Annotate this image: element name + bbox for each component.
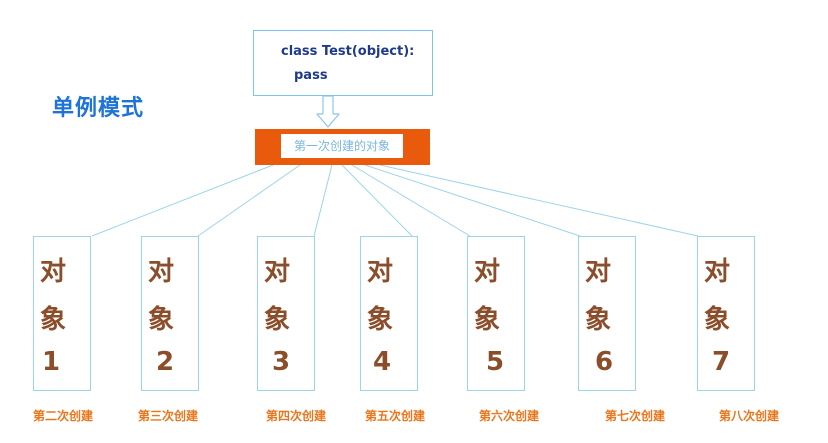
object-box-5: 对 象 5 — [467, 236, 525, 391]
connector-line-3 — [313, 164, 333, 237]
object-char-xiang: 象 — [367, 305, 394, 335]
object-box-1: 对 象 1 — [33, 236, 91, 391]
object-char-xiang: 象 — [474, 305, 501, 335]
code-line-pass: pass — [294, 68, 328, 83]
object-char-xiang: 象 — [264, 305, 291, 335]
connector-line-5 — [351, 164, 471, 237]
object-number: 7 — [712, 347, 731, 377]
object-char-dui: 对 — [585, 257, 612, 287]
object-char-xiang: 象 — [585, 305, 612, 335]
object-caption-6: 第七次创建 — [605, 409, 666, 423]
down-arrow-icon — [316, 96, 340, 128]
code-line-class: class Test(object): — [281, 44, 415, 59]
connector-line-2 — [197, 164, 301, 237]
object-char-dui: 对 — [148, 257, 175, 287]
class-code-box: class Test(object): pass — [253, 30, 433, 96]
object-char-xiang: 象 — [704, 305, 731, 335]
object-box-4: 对 象 4 — [360, 236, 418, 391]
object-caption-7: 第八次创建 — [719, 409, 780, 423]
object-box-2: 对 象 2 — [141, 236, 199, 391]
object-char-dui: 对 — [367, 257, 394, 287]
object-number: 6 — [595, 347, 614, 377]
object-number: 1 — [42, 347, 61, 377]
object-number: 2 — [156, 347, 175, 377]
object-box-6: 对 象 6 — [578, 236, 636, 391]
diagram-title: 单例模式 — [52, 96, 145, 121]
object-char-dui: 对 — [40, 257, 67, 287]
object-caption-4: 第五次创建 — [365, 409, 426, 423]
connector-line-6 — [364, 164, 581, 237]
object-box-7: 对 象 7 — [697, 236, 755, 391]
first-created-object-label: 第一次创建的对象 — [281, 134, 403, 158]
object-number: 4 — [373, 347, 392, 377]
object-caption-2: 第三次创建 — [138, 409, 199, 423]
object-char-dui: 对 — [704, 257, 731, 287]
connector-line-7 — [379, 164, 699, 237]
connector-line-1 — [91, 164, 274, 237]
object-char-xiang: 象 — [148, 305, 175, 335]
object-char-dui: 对 — [474, 257, 501, 287]
object-caption-3: 第四次创建 — [266, 409, 327, 423]
object-number: 5 — [486, 347, 505, 377]
first-created-object-box: 第一次创建的对象 — [255, 129, 430, 165]
object-caption-1: 第二次创建 — [33, 409, 94, 423]
connector-line-4 — [341, 164, 413, 237]
object-char-dui: 对 — [264, 257, 291, 287]
object-char-xiang: 象 — [40, 305, 67, 335]
object-box-3: 对 象 3 — [257, 236, 315, 391]
object-number: 3 — [272, 347, 291, 377]
object-caption-5: 第六次创建 — [479, 409, 540, 423]
